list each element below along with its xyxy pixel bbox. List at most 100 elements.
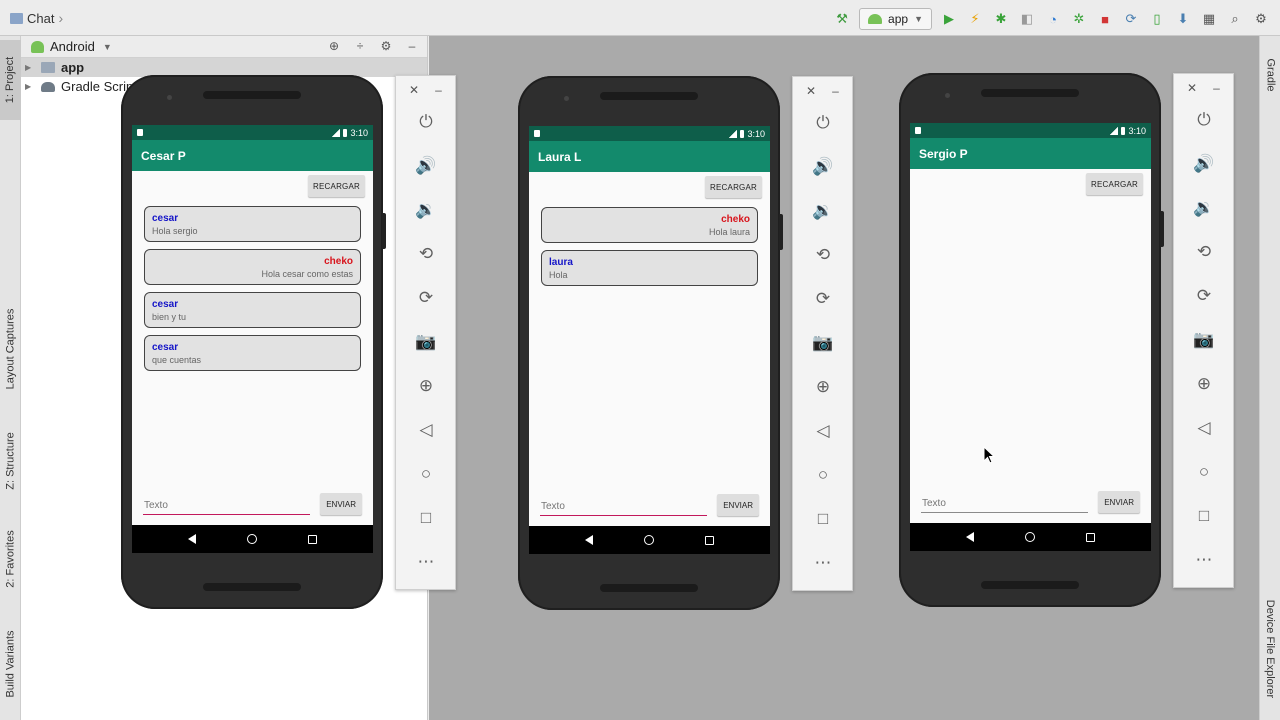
make-project-icon[interactable]: ⚒ (833, 10, 851, 28)
nav-home-icon[interactable] (1024, 532, 1035, 542)
emulator-rotate-right-icon[interactable]: ⟳ (1193, 285, 1215, 307)
emulator-power-icon[interactable]: ⏻ (812, 112, 834, 134)
chat-content: RECARGAR ENVIAR (910, 169, 1151, 520)
avd-manager-icon[interactable]: ▯ (1148, 10, 1166, 28)
reload-button[interactable]: RECARGAR (705, 176, 762, 198)
emulator-back-icon[interactable]: ◁ (812, 420, 834, 442)
chevron-down-icon: ▼ (102, 41, 112, 52)
emulator-volume-up-icon[interactable]: 🔊 (812, 156, 834, 178)
message-text: Hola laura (708, 226, 750, 237)
emulator-home-icon[interactable]: ○ (415, 463, 437, 485)
emulator-overview-icon[interactable]: □ (812, 508, 834, 530)
minimize-icon[interactable]: – (405, 39, 419, 53)
emulator-home-icon[interactable]: ○ (812, 464, 834, 486)
tab-favorites[interactable]: 2: Favorites (0, 514, 21, 604)
status-bar: 3:10 (910, 123, 1151, 138)
phone-side-button[interactable] (382, 213, 386, 249)
nav-recents-icon[interactable] (308, 534, 318, 544)
search-icon[interactable]: ⌕ (1226, 10, 1244, 28)
run-icon[interactable]: ▶ (940, 10, 958, 28)
minimize-icon[interactable]: – (435, 83, 442, 97)
tab-device-file-explorer[interactable]: Device File Explorer (1260, 584, 1280, 714)
emulator-camera-icon[interactable]: 📷 (812, 332, 834, 354)
tab-project[interactable]: 1: Project (0, 40, 21, 120)
message-input[interactable] (143, 497, 311, 515)
close-icon[interactable]: ✕ (409, 83, 419, 97)
nav-back-icon[interactable] (187, 534, 196, 544)
emulator-more-icon[interactable]: ⋯ (1193, 549, 1215, 571)
locate-icon[interactable]: ⊕ (327, 39, 341, 53)
emulator-home-icon[interactable]: ○ (1193, 461, 1215, 483)
emulator-more-icon[interactable]: ⋯ (812, 552, 834, 574)
minimize-icon[interactable]: – (832, 84, 839, 98)
emulator-rotate-left-icon[interactable]: ⟲ (812, 244, 834, 266)
emulator-overview-icon[interactable]: □ (1193, 505, 1215, 527)
emulator-rotate-left-icon[interactable]: ⟲ (1193, 241, 1215, 263)
emulator-volume-down-icon[interactable]: 🔉 (415, 199, 437, 221)
emulator-volume-up-icon[interactable]: 🔊 (415, 155, 437, 177)
emulator-back-icon[interactable]: ◁ (415, 419, 437, 441)
nav-home-icon[interactable] (643, 535, 654, 545)
sdk-manager-icon[interactable]: ⬇ (1174, 10, 1192, 28)
minimize-icon[interactable]: – (1213, 81, 1220, 95)
reload-button[interactable]: RECARGAR (308, 175, 365, 197)
tab-device-file-explorer-label: Device File Explorer (1264, 599, 1277, 699)
message-input[interactable] (921, 495, 1089, 513)
emulator-rotate-left-icon[interactable]: ⟲ (415, 243, 437, 265)
emulator-rotate-right-icon[interactable]: ⟳ (812, 288, 834, 310)
chevron-right-icon: › (58, 10, 64, 26)
attach-debugger-icon[interactable]: ✲ (1070, 10, 1088, 28)
tab-structure[interactable]: Z: Structure (0, 416, 21, 506)
project-view-header[interactable]: Android ▼ ⊕ ÷ ⚙ – (21, 36, 427, 58)
gear-icon[interactable]: ⚙ (379, 39, 393, 53)
settings-icon[interactable]: ⚙ (1252, 10, 1270, 28)
nav-back-icon[interactable] (584, 535, 593, 545)
emulator-zoom-icon[interactable]: ⊕ (1193, 373, 1215, 395)
project-structure-icon[interactable]: ▦ (1200, 10, 1218, 28)
emulator-camera-icon[interactable]: 📷 (415, 331, 437, 353)
collapse-all-icon[interactable]: ÷ (353, 39, 367, 53)
emulator-rotate-right-icon[interactable]: ⟳ (415, 287, 437, 309)
signal-icon (332, 128, 341, 137)
reload-button[interactable]: RECARGAR (1086, 173, 1143, 195)
emulator-volume-up-icon[interactable]: 🔊 (1193, 153, 1215, 175)
profile-icon[interactable]: ◔ (1044, 10, 1062, 28)
emulator-camera-icon[interactable]: 📷 (1193, 329, 1215, 351)
apply-changes-icon[interactable]: ⚡ (966, 10, 984, 28)
emulator-back-icon[interactable]: ◁ (1193, 417, 1215, 439)
expand-arrow-icon[interactable]: ▶ (25, 63, 35, 72)
stop-icon[interactable]: ■ (1096, 10, 1114, 28)
emulator-zoom-icon[interactable]: ⊕ (415, 375, 437, 397)
breadcrumb[interactable]: Chat › (10, 10, 63, 26)
nav-back-icon[interactable] (965, 532, 974, 542)
emulator-volume-down-icon[interactable]: 🔉 (1193, 197, 1215, 219)
tab-layout-captures[interactable]: Layout Captures (0, 294, 21, 404)
mouse-cursor (983, 445, 996, 464)
message-author: cesar (152, 341, 179, 353)
debug-icon[interactable]: ✱ (992, 10, 1010, 28)
emulator-power-icon[interactable]: ⏻ (415, 111, 437, 133)
emulator-volume-down-icon[interactable]: 🔉 (812, 200, 834, 222)
phone-side-button[interactable] (779, 214, 783, 250)
nav-home-icon[interactable] (246, 534, 257, 544)
send-button[interactable]: ENVIAR (320, 493, 362, 515)
send-button[interactable]: ENVIAR (717, 494, 759, 516)
coverage-icon[interactable]: ◧ (1018, 10, 1036, 28)
tab-build-variants[interactable]: Build Variants (0, 614, 21, 714)
send-button[interactable]: ENVIAR (1098, 491, 1140, 513)
run-config-select[interactable]: app ▼ (859, 8, 932, 30)
close-icon[interactable]: ✕ (806, 84, 816, 98)
emulator-overview-icon[interactable]: □ (415, 507, 437, 529)
tab-gradle[interactable]: Gradle (1260, 40, 1280, 110)
nav-recents-icon[interactable] (705, 535, 715, 545)
emulator-power-icon[interactable]: ⏻ (1193, 109, 1215, 131)
close-icon[interactable]: ✕ (1187, 81, 1197, 95)
nav-recents-icon[interactable] (1086, 532, 1096, 542)
expand-arrow-icon[interactable]: ▶ (25, 82, 35, 91)
phone-side-button[interactable] (1160, 211, 1164, 247)
emulator-more-icon[interactable]: ⋯ (415, 551, 437, 573)
sync-gradle-icon[interactable]: ⟳ (1122, 10, 1140, 28)
message-input[interactable] (540, 498, 708, 516)
nav-bar (132, 525, 373, 553)
emulator-zoom-icon[interactable]: ⊕ (812, 376, 834, 398)
